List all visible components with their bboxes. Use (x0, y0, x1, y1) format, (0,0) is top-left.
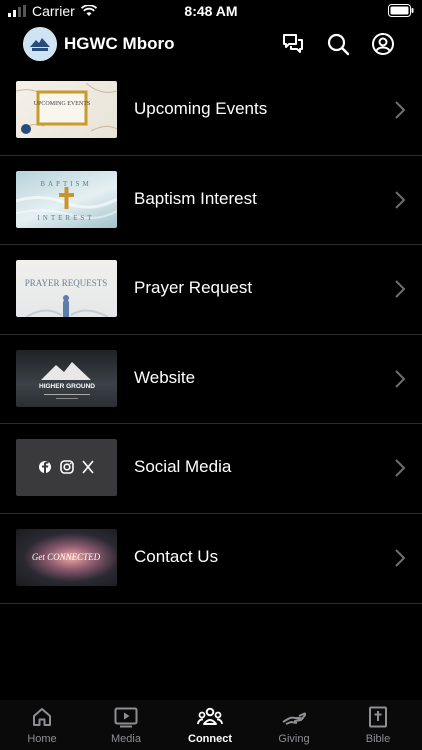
chevron-right-icon (395, 370, 406, 388)
website-thumb-text: HIGHER GROUND (39, 383, 95, 390)
prayer-thumb-text: PRAYER REQUESTS (25, 278, 107, 288)
social-media-thumbnail (16, 439, 117, 497)
chevron-right-icon (395, 459, 406, 478)
contact-thumb-text: Get CONNECTED (32, 552, 101, 562)
upcoming-events-thumb-text: UPCOMING EVENTS (34, 101, 91, 107)
tab-bar: Home Media Connect Giving Bible (0, 700, 422, 750)
giving-icon (282, 712, 306, 725)
baptism-interest-thumbnail: BAPTISM INTEREST (16, 170, 117, 228)
list-item-label: Website (134, 367, 196, 387)
x-twitter-icon (82, 460, 94, 474)
tab-home[interactable]: Home (0, 706, 84, 745)
search-icon[interactable] (326, 32, 350, 56)
chat-icon[interactable] (281, 32, 305, 56)
upcoming-events-thumbnail: UPCOMING EVENTS (16, 81, 117, 138)
tab-label: Home (27, 733, 57, 745)
connect-list: UPCOMING EVENTS Upcoming Events BAPTISM … (0, 66, 422, 604)
home-icon (33, 708, 51, 726)
clock: 8:48 AM (184, 3, 238, 19)
app-title: HGWC Mboro (64, 34, 175, 53)
tab-giving[interactable]: Giving (252, 706, 336, 745)
list-item-prayer-request[interactable]: PRAYER REQUESTS Prayer Request (0, 245, 422, 335)
list-item-social-media[interactable]: Social Media (0, 424, 422, 514)
facebook-icon (39, 461, 51, 474)
tab-media[interactable]: Media (84, 706, 168, 745)
tab-connect[interactable]: Connect (168, 706, 252, 745)
list-item-label: Contact Us (134, 546, 219, 566)
baptism-thumb-text-top: BAPTISM (40, 180, 91, 188)
list-item-baptism-interest[interactable]: BAPTISM INTEREST Baptism Interest (0, 156, 422, 246)
list-item-website[interactable]: HIGHER GROUND Website (0, 335, 422, 425)
tab-bible[interactable]: Bible (336, 706, 420, 745)
media-icon (114, 707, 138, 728)
tab-label: Bible (365, 733, 391, 745)
status-bar: Carrier 8:48 AM (0, 0, 422, 22)
prayer-request-thumbnail: PRAYER REQUESTS (16, 260, 117, 318)
connect-icon (197, 707, 223, 725)
list-item-label: Baptism Interest (134, 188, 257, 208)
contact-us-thumbnail: Get CONNECTED (16, 528, 117, 586)
website-thumbnail: HIGHER GROUND (16, 349, 117, 407)
chevron-right-icon (395, 101, 406, 119)
baptism-thumb-text-bottom: INTEREST (37, 214, 94, 222)
chevron-right-icon (395, 280, 406, 298)
tab-label: Media (111, 733, 141, 745)
list-item-label: Prayer Request (134, 278, 253, 298)
tab-label: Giving (278, 733, 310, 745)
list-item-upcoming-events[interactable]: UPCOMING EVENTS Upcoming Events (0, 66, 422, 156)
chevron-right-icon (395, 190, 406, 209)
app-header: HGWC Mboro (0, 22, 422, 66)
church-logo[interactable] (23, 27, 57, 61)
list-item-label: Upcoming Events (134, 99, 268, 118)
battery-icon (388, 4, 414, 17)
list-item-label: Social Media (134, 457, 232, 477)
chevron-right-icon (395, 549, 406, 567)
bible-icon (369, 706, 387, 728)
list-item-contact-us[interactable]: Get CONNECTED Contact Us (0, 514, 422, 604)
account-icon[interactable] (371, 32, 395, 56)
tab-label: Connect (188, 733, 232, 745)
instagram-icon (60, 460, 74, 475)
